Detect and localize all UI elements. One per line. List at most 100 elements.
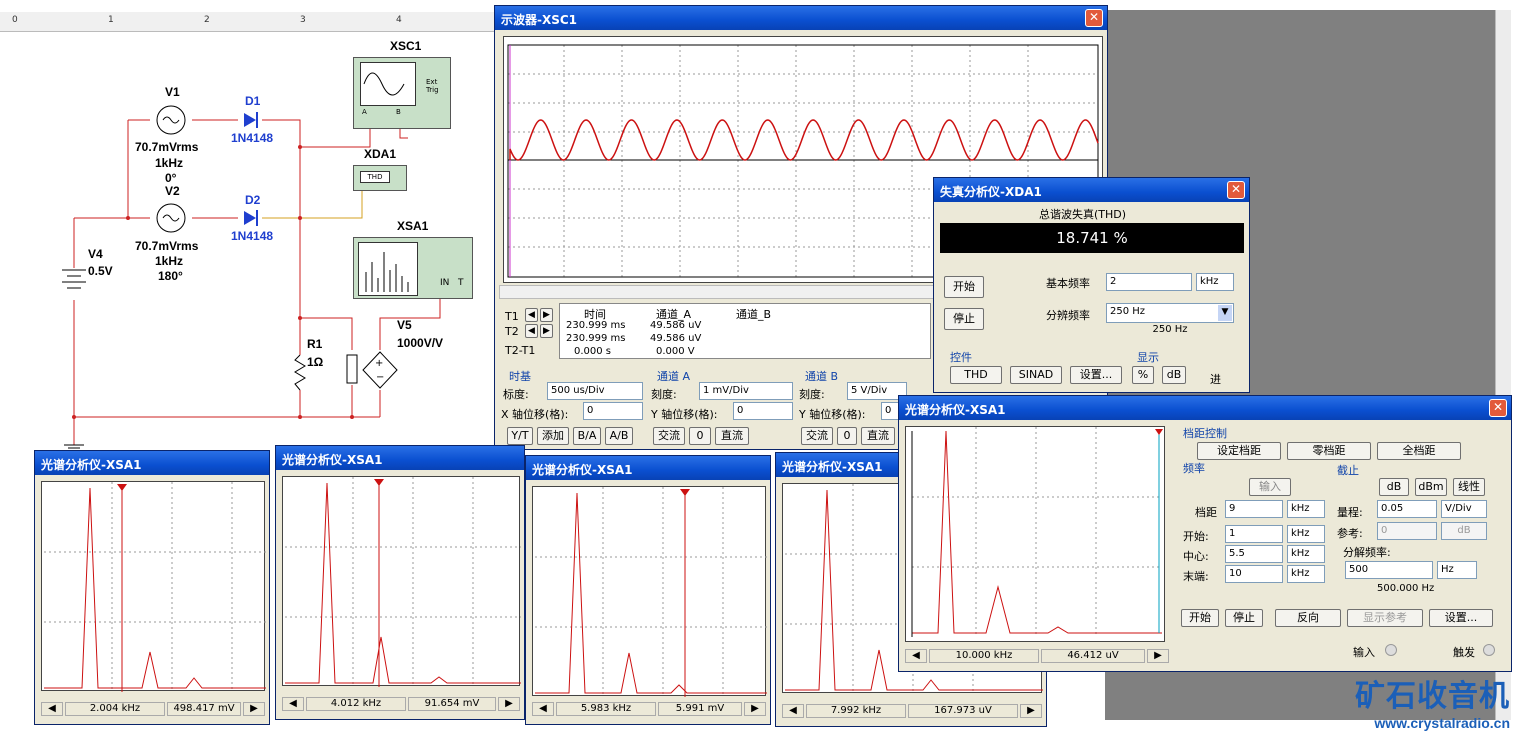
spectrum-analyzer-main-window[interactable]: 光谱分析仪-XSA1 ✕ ◀ 10.000 kHz 46.412 uV ▶ 档距… bbox=[898, 395, 1512, 672]
close-icon[interactable]: ✕ bbox=[1489, 399, 1507, 417]
spectrum-title[interactable]: 光谱分析仪-XSA1 bbox=[276, 446, 524, 470]
percent-button[interactable]: % bbox=[1132, 366, 1154, 384]
thd-button[interactable]: THD bbox=[950, 366, 1002, 384]
right-arrow-icon[interactable]: ▶ bbox=[1020, 704, 1042, 718]
spectrum-main-title[interactable]: 光谱分析仪-XSA1 bbox=[899, 396, 1511, 420]
start-freq-unit[interactable]: kHz bbox=[1287, 525, 1325, 543]
resolution-field[interactable]: 500 bbox=[1345, 561, 1433, 579]
spectrum-main-plot bbox=[911, 427, 1163, 637]
amp-db-button[interactable]: dB bbox=[1379, 478, 1409, 496]
cha-ac-button[interactable]: 交流 bbox=[653, 427, 685, 445]
stop-button[interactable]: 停止 bbox=[944, 308, 984, 330]
spectrum-screen[interactable] bbox=[41, 481, 266, 692]
left-arrow-icon[interactable]: ◀ bbox=[41, 702, 63, 716]
xda1-symbol[interactable]: THD bbox=[353, 165, 407, 191]
right-arrow-icon[interactable]: ▶ bbox=[498, 697, 520, 711]
input-button[interactable]: 输入 bbox=[1249, 478, 1291, 496]
spectrum-analyzer-window[interactable]: 光谱分析仪-XSA1 ◀ 2.004 kHz 498.417 mV ▶ bbox=[34, 450, 270, 725]
set-span-button[interactable]: 设定档距 bbox=[1197, 442, 1281, 460]
cursor-frequency: 7.992 kHz bbox=[806, 704, 906, 718]
reverse-button[interactable]: 反向 bbox=[1275, 609, 1341, 627]
ref-field[interactable]: 0 bbox=[1377, 522, 1437, 540]
close-icon[interactable]: ✕ bbox=[1085, 9, 1103, 27]
left-arrow-icon[interactable]: ◀ bbox=[782, 704, 804, 718]
spectrum-title[interactable]: 光谱分析仪-XSA1 bbox=[526, 456, 770, 480]
right-arrow-icon[interactable]: ▶ bbox=[744, 702, 766, 716]
center-freq-unit[interactable]: kHz bbox=[1287, 545, 1325, 563]
distortion-title[interactable]: 失真分析仪-XDA1 bbox=[934, 178, 1249, 202]
chb-zero-button[interactable]: 0 bbox=[837, 427, 857, 445]
yt-button[interactable]: Y/T bbox=[507, 427, 533, 445]
cha-zero-button[interactable]: 0 bbox=[689, 427, 711, 445]
resolution-unit[interactable]: Hz bbox=[1437, 561, 1477, 579]
sinad-button[interactable]: SINAD bbox=[1010, 366, 1062, 384]
t2-left-button[interactable]: ◀ bbox=[525, 324, 538, 338]
spectrum-status: ◀ 2.004 kHz 498.417 mV ▶ bbox=[41, 700, 265, 718]
t1-right-button[interactable]: ▶ bbox=[540, 308, 553, 322]
range-unit[interactable]: V/Div bbox=[1441, 500, 1487, 518]
chb-ac-button[interactable]: 交流 bbox=[801, 427, 833, 445]
ba-button[interactable]: B/A bbox=[573, 427, 601, 445]
span-label: 档距 bbox=[1195, 506, 1217, 519]
left-arrow-icon[interactable]: ◀ bbox=[532, 702, 554, 716]
left-arrow-icon[interactable]: ◀ bbox=[905, 649, 927, 663]
center-freq-field[interactable]: 5.5 bbox=[1225, 545, 1283, 563]
b-label: B bbox=[396, 108, 401, 116]
distortion-analyzer-window[interactable]: 失真分析仪-XDA1 ✕ 总谐波失真(THD) 18.741 % 开始 停止 基… bbox=[933, 177, 1250, 393]
xsa1-symbol[interactable]: IN T bbox=[353, 237, 473, 299]
end-freq-field[interactable]: 10 bbox=[1225, 565, 1283, 583]
db-button[interactable]: dB bbox=[1162, 366, 1186, 384]
watermark-url: www.crystalradio.cn bbox=[1374, 715, 1510, 731]
xsc1-symbol[interactable]: Ext Trig A B bbox=[353, 57, 451, 129]
cha-ypos-field[interactable]: 0 bbox=[733, 402, 793, 420]
spectrum-title[interactable]: 光谱分析仪-XSA1 bbox=[35, 451, 269, 475]
fund-field[interactable]: 2 bbox=[1106, 273, 1192, 291]
oscilloscope-title[interactable]: 示波器-XSC1 bbox=[495, 6, 1107, 30]
full-span-button[interactable]: 全档距 bbox=[1377, 442, 1461, 460]
start-freq-field[interactable]: 1 bbox=[1225, 525, 1283, 543]
amp-linear-button[interactable]: 线性 bbox=[1453, 478, 1485, 496]
d2-model: 1N4148 bbox=[231, 229, 274, 243]
res-select[interactable]: 250 Hz ▼ bbox=[1106, 303, 1234, 323]
ref-unit[interactable]: dB bbox=[1441, 522, 1487, 540]
spectrum-analyzer-window[interactable]: 光谱分析仪-XSA1 ◀ 4.012 kHz 91.654 mV ▶ bbox=[275, 445, 525, 720]
xpos-field[interactable]: 0 bbox=[583, 402, 643, 420]
range-field[interactable]: 0.05 bbox=[1377, 500, 1437, 518]
show-ref-button[interactable]: 显示参考 bbox=[1347, 609, 1423, 627]
cursor-readout: 时间 通道_A 通道_B 230.999 ms 49.586 uV 230.99… bbox=[559, 303, 931, 359]
v2-label: V2 bbox=[165, 184, 180, 198]
t1-left-button[interactable]: ◀ bbox=[525, 308, 538, 322]
left-arrow-icon[interactable]: ◀ bbox=[282, 697, 304, 711]
add-button[interactable]: 添加 bbox=[537, 427, 569, 445]
fund-unit[interactable]: kHz bbox=[1196, 273, 1234, 291]
cha-scale-field[interactable]: 1 mV/Div bbox=[699, 382, 793, 400]
spectrum-analyzer-window[interactable]: 光谱分析仪-XSA1 ◀ 5.983 kHz 5.991 mV ▶ bbox=[525, 455, 771, 725]
cursor-magnitude: 167.973 uV bbox=[908, 704, 1018, 718]
resolution-title: 分解频率: bbox=[1343, 546, 1391, 559]
chb-dc-button[interactable]: 直流 bbox=[861, 427, 895, 445]
sa-settings-button[interactable]: 设置... bbox=[1429, 609, 1493, 627]
t2-right-button[interactable]: ▶ bbox=[540, 324, 553, 338]
start-button[interactable]: 开始 bbox=[944, 276, 984, 298]
spectrum-screen[interactable] bbox=[532, 486, 767, 697]
input-radio[interactable] bbox=[1385, 644, 1397, 656]
spectrum-main-screen[interactable] bbox=[905, 426, 1165, 642]
settings-button[interactable]: 设置... bbox=[1070, 366, 1122, 384]
ab-button[interactable]: A/B bbox=[605, 427, 633, 445]
sa-stop-button[interactable]: 停止 bbox=[1225, 609, 1263, 627]
right-arrow-icon[interactable]: ▶ bbox=[1147, 649, 1169, 663]
span-unit[interactable]: kHz bbox=[1287, 500, 1325, 518]
amp-dbm-button[interactable]: dBm bbox=[1415, 478, 1447, 496]
cha-dc-button[interactable]: 直流 bbox=[715, 427, 749, 445]
cursor-frequency: 5.983 kHz bbox=[556, 702, 656, 716]
zero-span-button[interactable]: 零档距 bbox=[1287, 442, 1371, 460]
timebase-scale-field[interactable]: 500 us/Div bbox=[547, 382, 643, 400]
span-field[interactable]: 9 bbox=[1225, 500, 1283, 518]
trigger-radio[interactable] bbox=[1483, 644, 1495, 656]
chevron-down-icon[interactable]: ▼ bbox=[1218, 305, 1232, 321]
close-icon[interactable]: ✕ bbox=[1227, 181, 1245, 199]
spectrum-screen[interactable] bbox=[282, 476, 521, 687]
sa-start-button[interactable]: 开始 bbox=[1181, 609, 1219, 627]
right-arrow-icon[interactable]: ▶ bbox=[243, 702, 265, 716]
end-freq-unit[interactable]: kHz bbox=[1287, 565, 1325, 583]
